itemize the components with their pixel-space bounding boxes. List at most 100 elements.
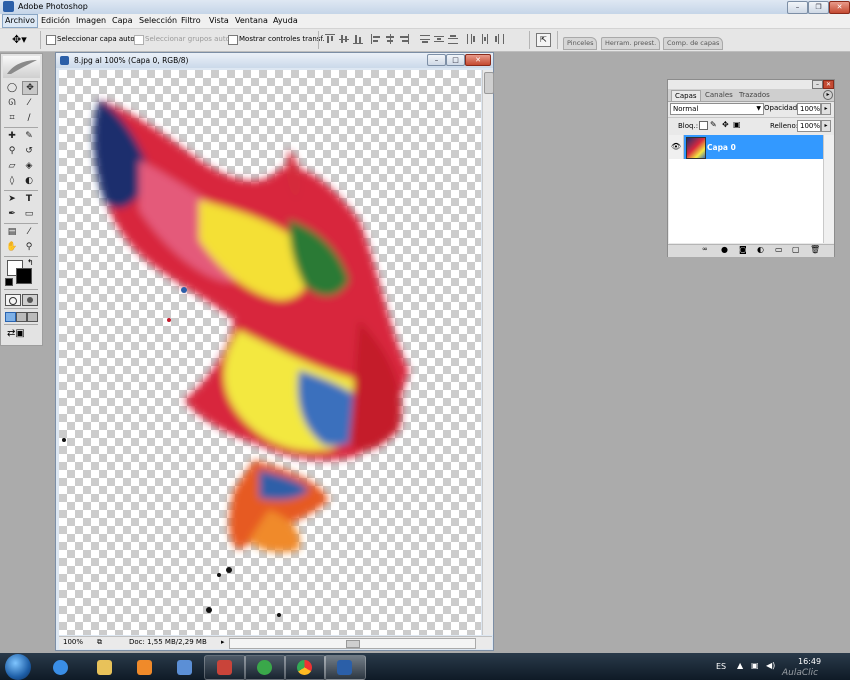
hand-tool-icon[interactable]: ✋ xyxy=(5,241,19,253)
swap-colors-icon[interactable]: ↰ xyxy=(27,258,34,267)
taskbar-photoshop-button[interactable] xyxy=(324,655,366,680)
distribute-left-icon[interactable] xyxy=(466,34,476,44)
lasso-tool-icon[interactable]: ᘏ xyxy=(5,97,19,109)
network-icon[interactable]: ▣ xyxy=(751,661,759,670)
adjustment-layer-icon[interactable]: ◐ xyxy=(757,245,764,254)
zoom-tool-icon[interactable]: ⚲ xyxy=(22,241,36,253)
menu-filtro[interactable]: Filtro xyxy=(181,16,201,25)
start-button-windows-icon[interactable] xyxy=(5,654,31,680)
healing-brush-tool-icon[interactable]: ✚ xyxy=(5,130,19,142)
volume-icon[interactable]: ◀) xyxy=(766,661,775,670)
new-group-icon[interactable]: ▭ xyxy=(775,245,783,254)
menu-capa[interactable]: Capa xyxy=(112,16,132,25)
default-colors-icon[interactable] xyxy=(5,278,13,286)
blend-mode-select[interactable]: Normal ▼ xyxy=(670,103,764,115)
type-tool-icon[interactable]: T xyxy=(22,193,36,205)
crop-tool-icon[interactable]: ⌗ xyxy=(5,112,19,124)
fill-slider-arrow-icon[interactable]: ▸ xyxy=(821,120,831,132)
taskbar-media-button[interactable] xyxy=(124,655,166,680)
standard-mode-icon[interactable] xyxy=(5,294,21,306)
doc-maximize-button[interactable]: □ xyxy=(446,54,465,66)
menu-vista[interactable]: Vista xyxy=(209,16,229,25)
taskbar-chrome-button[interactable] xyxy=(284,655,326,680)
auto-select-groups-checkbox[interactable] xyxy=(134,35,144,45)
horizontal-scrollbar[interactable] xyxy=(229,638,476,649)
image-canvas[interactable] xyxy=(59,70,481,635)
magic-wand-tool-icon[interactable]: ⁄ xyxy=(22,97,36,109)
doc-minimize-button[interactable]: – xyxy=(427,54,446,66)
new-layer-icon[interactable]: ▢ xyxy=(792,245,800,254)
auto-select-layer-checkbox[interactable] xyxy=(46,35,56,45)
distribute-hcenter-icon[interactable] xyxy=(480,34,490,44)
distribute-bottom-icon[interactable] xyxy=(448,34,458,44)
link-layers-icon[interactable]: ∞ xyxy=(702,245,708,253)
clone-stamp-tool-icon[interactable]: ⚲ xyxy=(5,145,19,157)
slice-tool-icon[interactable]: ∕ xyxy=(22,112,36,124)
menu-imagen[interactable]: Imagen xyxy=(76,16,106,25)
distribute-right-icon[interactable] xyxy=(494,34,504,44)
opacity-slider-arrow-icon[interactable]: ▸ xyxy=(821,103,831,115)
status-menu-arrow-icon[interactable]: ▸ xyxy=(221,638,225,646)
tray-arrow-icon[interactable]: ▲ xyxy=(737,661,743,670)
layer-list-scrollbar[interactable] xyxy=(823,135,834,243)
add-layer-style-icon[interactable]: ● xyxy=(721,245,728,254)
layer-row-capa-0[interactable]: Capa 0 xyxy=(684,135,823,159)
move-tool-icon[interactable]: ✥ xyxy=(22,81,38,95)
align-left-icon[interactable] xyxy=(371,34,381,44)
doc-close-button[interactable]: ✕ xyxy=(465,54,491,66)
notes-tool-icon[interactable]: ▤ xyxy=(5,226,19,238)
jump-to-imageready-icon[interactable]: ⇄▣ xyxy=(7,328,25,339)
taskbar-ie-button[interactable] xyxy=(40,655,82,680)
dodge-tool-icon[interactable]: ◐ xyxy=(22,175,36,187)
menu-archivo[interactable]: Archivo xyxy=(2,14,38,28)
paint-bucket-tool-icon[interactable]: ◈ xyxy=(22,160,36,172)
lock-all-icon[interactable]: ▣ xyxy=(733,120,741,129)
move-tool-preset-icon[interactable]: ✥▾ xyxy=(12,33,27,46)
align-hcenter-icon[interactable] xyxy=(385,34,395,44)
panel-minimize-button[interactable]: – xyxy=(812,80,823,89)
tab-trazados[interactable]: Trazados xyxy=(736,90,773,100)
show-transform-checkbox[interactable] xyxy=(228,35,238,45)
eyedropper-tool-icon[interactable]: ⁄ xyxy=(22,226,36,238)
opacity-input[interactable]: 100% xyxy=(797,103,821,115)
vertical-scrollbar[interactable] xyxy=(482,70,494,635)
horizontal-scroll-thumb[interactable] xyxy=(346,640,360,648)
tab-capas[interactable]: Capas xyxy=(671,90,701,101)
language-indicator[interactable]: ES xyxy=(716,662,726,671)
panel-close-button[interactable]: ✕ xyxy=(823,80,834,89)
distribute-vcenter-icon[interactable] xyxy=(434,34,444,44)
taskbar-explorer-button[interactable] xyxy=(84,655,126,680)
brush-tool-icon[interactable]: ✎ xyxy=(22,130,36,142)
taskbar-app-button[interactable] xyxy=(164,655,206,680)
well-brushes[interactable]: Pinceles xyxy=(563,37,598,50)
align-top-icon[interactable] xyxy=(325,34,335,44)
path-selection-tool-icon[interactable]: ➤ xyxy=(5,193,19,205)
layer-visibility-eye-icon[interactable]: 👁 xyxy=(669,135,684,159)
menu-edicion[interactable]: Edición xyxy=(41,16,70,25)
align-bottom-icon[interactable] xyxy=(353,34,363,44)
vertical-scroll-thumb[interactable] xyxy=(484,72,494,94)
quick-mask-mode-icon[interactable] xyxy=(22,294,38,306)
tab-canales[interactable]: Canales xyxy=(702,90,736,100)
distribute-top-icon[interactable] xyxy=(420,34,430,44)
eraser-tool-icon[interactable]: ▱ xyxy=(5,160,19,172)
menu-seleccion[interactable]: Selección xyxy=(139,16,177,25)
screen-mode-full-icon[interactable] xyxy=(27,312,38,322)
taskbar-camtasia-button[interactable] xyxy=(244,655,286,680)
close-button[interactable]: ✕ xyxy=(829,1,850,14)
status-options-icon[interactable]: ⧉ xyxy=(97,638,102,647)
screen-mode-standard-icon[interactable] xyxy=(5,312,16,322)
pen-tool-icon[interactable]: ✒ xyxy=(5,208,19,220)
history-brush-tool-icon[interactable]: ↺ xyxy=(22,145,36,157)
background-color-swatch[interactable] xyxy=(16,268,32,284)
add-mask-icon[interactable]: ◙ xyxy=(739,245,747,254)
lock-transparent-icon[interactable] xyxy=(699,121,708,130)
well-layer-comps[interactable]: Comp. de capas xyxy=(663,37,724,50)
go-to-bridge-icon[interactable]: ⇱ xyxy=(536,33,551,47)
minimize-button[interactable]: – xyxy=(787,1,808,14)
menu-ayuda[interactable]: Ayuda xyxy=(273,16,298,25)
lock-pixels-icon[interactable]: ✎ xyxy=(710,120,717,129)
menu-ventana[interactable]: Ventana xyxy=(235,16,268,25)
screen-mode-menubar-icon[interactable] xyxy=(16,312,27,322)
taskbar-tool-button[interactable] xyxy=(204,655,246,680)
